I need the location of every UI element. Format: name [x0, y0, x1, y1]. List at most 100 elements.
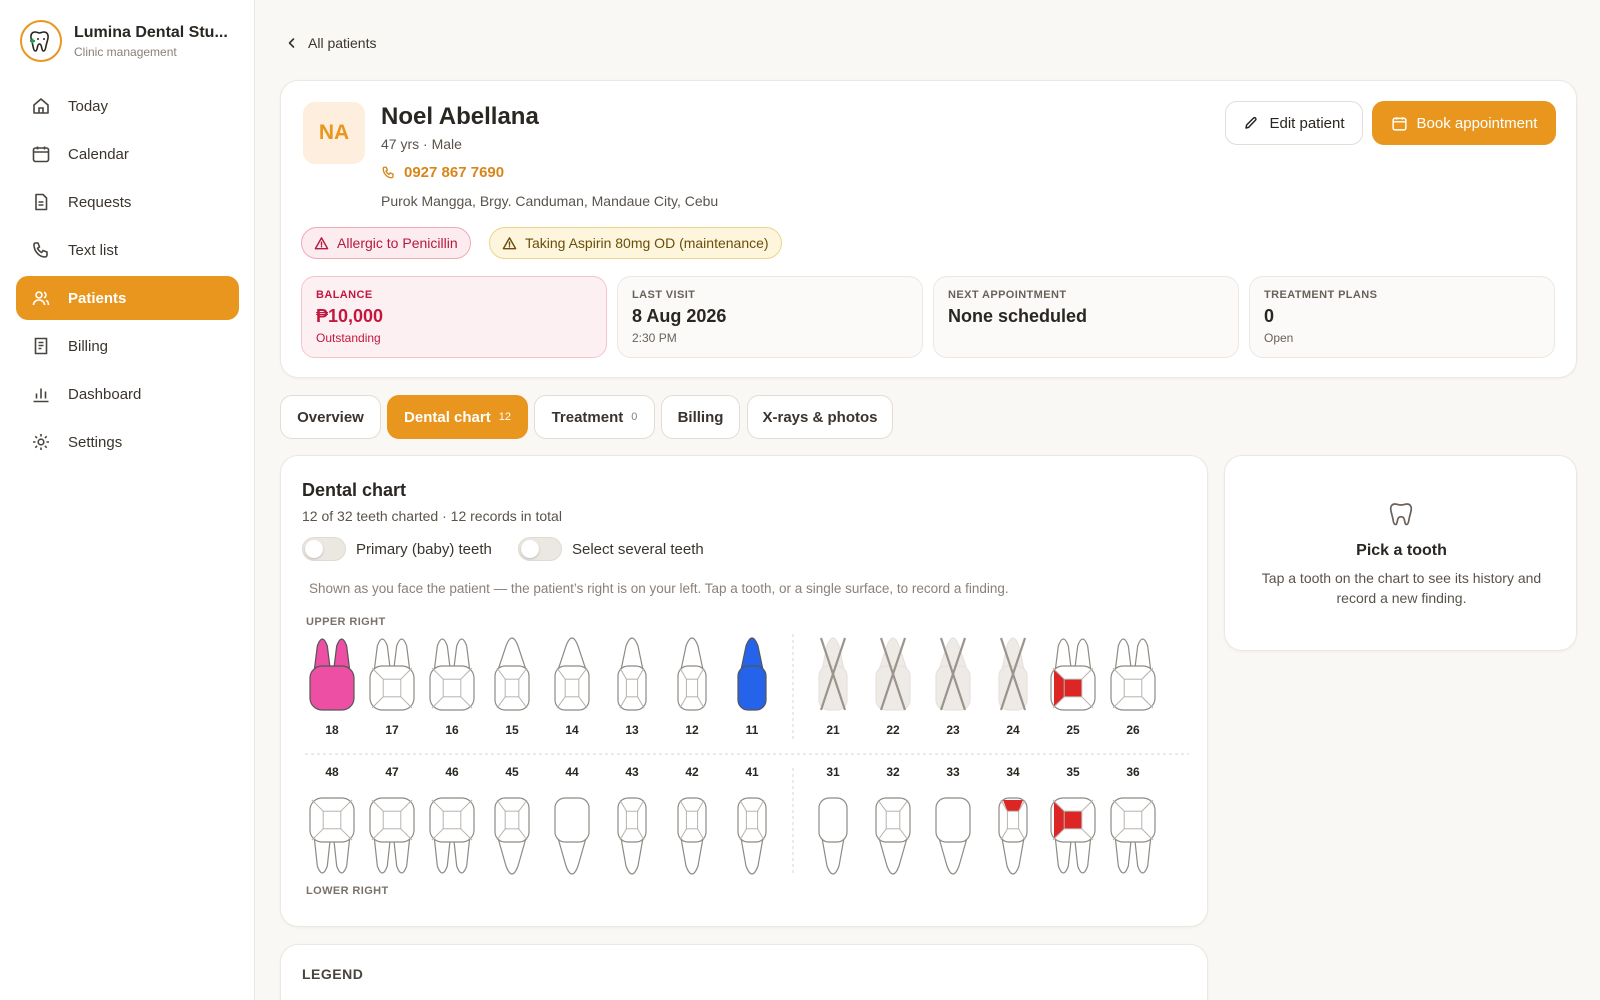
tooth-21[interactable]: 21: [818, 637, 848, 737]
treatment-plans-stat[interactable]: TREATMENT PLANS 0 Open: [1249, 276, 1555, 358]
pick-a-tooth-description: Tap a tooth on the chart to see its hist…: [1261, 570, 1542, 606]
tooth-44[interactable]: 44: [554, 765, 590, 875]
tooth-32[interactable]: 32: [875, 765, 911, 875]
back-link-label: All patients: [308, 35, 377, 51]
tooth-root: [1054, 837, 1072, 874]
stat-label: BALANCE: [316, 289, 373, 301]
select-several-teeth-toggle[interactable]: Select several teeth: [518, 537, 704, 561]
tooth-11[interactable]: 11: [737, 637, 767, 737]
brand[interactable]: Lumina Dental Stu... Clinic management: [20, 20, 228, 62]
tab-xrays-photos[interactable]: X-rays & photos: [747, 395, 893, 439]
tooth-22[interactable]: 22: [875, 637, 911, 737]
tooth-15[interactable]: 15: [494, 637, 530, 737]
warning-icon: [314, 236, 329, 249]
tooth-24[interactable]: 24: [998, 637, 1028, 737]
tooth-root: [620, 837, 644, 875]
tooth-33[interactable]: 33: [935, 765, 971, 875]
sidebar-item-label: Dashboard: [68, 385, 142, 403]
clinic-name: Lumina Dental Stu...: [74, 23, 228, 41]
tooth-34[interactable]: 34: [998, 765, 1028, 875]
sidebar-item-calendar[interactable]: Calendar: [16, 132, 239, 176]
tooth-root: [680, 637, 704, 671]
tooth-16[interactable]: 16: [429, 638, 475, 737]
tab-treatment[interactable]: Treatment 0: [534, 395, 655, 439]
tooth-root: [1114, 837, 1132, 874]
chevron-left-icon: [288, 38, 295, 48]
stat-label: TREATMENT PLANS: [1264, 289, 1378, 301]
tooth-12[interactable]: 12: [677, 637, 707, 737]
tooth-14[interactable]: 14: [554, 637, 590, 737]
pencil-icon: [1245, 116, 1258, 129]
warning-icon: [502, 236, 517, 249]
tooth-surface-finding[interactable]: [1064, 811, 1082, 829]
patient-name: Noel Abellana: [381, 103, 539, 130]
sidebar-item-today[interactable]: Today: [16, 84, 239, 128]
tooth-root: [497, 837, 527, 875]
calendar-icon: [30, 143, 52, 165]
tooth-13[interactable]: 13: [617, 637, 647, 737]
tooth-18[interactable]: 18: [309, 638, 355, 737]
sidebar: Lumina Dental Stu... Clinic management T…: [0, 0, 255, 1000]
sidebar-item-dashboard[interactable]: Dashboard: [16, 372, 239, 416]
sidebar-item-label: Today: [68, 97, 109, 115]
tooth-root: [740, 837, 764, 875]
patient-phone[interactable]: 0927 867 7690: [381, 164, 504, 181]
tooth-41[interactable]: 41: [737, 765, 767, 875]
toggle-switch[interactable]: [518, 537, 562, 561]
document-icon: [30, 191, 52, 213]
tab-billing[interactable]: Billing: [661, 395, 740, 439]
tooth-root: [433, 837, 451, 874]
tooth-root: [821, 837, 845, 875]
tooth-number: 45: [505, 765, 519, 779]
last-visit-stat[interactable]: LAST VISIT 8 Aug 2026 2:30 PM: [617, 276, 923, 358]
tooth-43[interactable]: 43: [617, 765, 647, 875]
tab-label: Dental chart: [404, 408, 491, 426]
tooth-26[interactable]: 26: [1110, 638, 1156, 737]
tooth-surface-finding[interactable]: [1064, 679, 1082, 697]
tooth-25[interactable]: 25: [1050, 638, 1096, 737]
primary-teeth-toggle[interactable]: Primary (baby) teeth: [302, 537, 492, 561]
tooth-number: 11: [746, 723, 759, 737]
stat-value: 8 Aug 2026: [632, 306, 727, 326]
sidebar-item-label: Requests: [68, 193, 132, 211]
toggle-switch[interactable]: [302, 537, 346, 561]
tooth-35[interactable]: 35: [1050, 765, 1096, 874]
tab-count-badge: 0: [631, 411, 638, 423]
tab-dental-chart[interactable]: Dental chart 12: [387, 395, 528, 439]
medication-alert-text: Taking Aspirin 80mg OD (maintenance): [525, 235, 769, 251]
tooth-46[interactable]: 46: [429, 765, 475, 874]
edit-patient-button[interactable]: Edit patient: [1225, 101, 1363, 145]
tooth-47[interactable]: 47: [369, 765, 415, 874]
tooth-number: 34: [1006, 765, 1020, 779]
tooth-root: [497, 637, 527, 671]
phone-icon: [30, 239, 52, 261]
sidebar-item-settings[interactable]: Settings: [16, 420, 239, 464]
tooth-number: 17: [385, 723, 399, 737]
tooth-number: 13: [625, 723, 639, 737]
back-to-patients-link[interactable]: All patients: [286, 35, 376, 51]
sidebar-item-billing[interactable]: Billing: [16, 324, 239, 368]
patient-header-card: NA Noel Abellana 47 yrs · Male 0927 867 …: [280, 80, 1577, 378]
tooth-31[interactable]: 31: [818, 765, 848, 875]
sidebar-item-text-list[interactable]: Text list: [16, 228, 239, 272]
tab-label: Treatment: [551, 408, 624, 426]
sidebar-item-requests[interactable]: Requests: [16, 180, 239, 224]
book-appointment-button[interactable]: Book appointment: [1372, 101, 1556, 145]
tooth-root: [938, 837, 968, 875]
balance-stat[interactable]: BALANCE ₱10,000 Outstanding: [301, 276, 607, 358]
tooth-45[interactable]: 45: [494, 765, 530, 875]
tooth-17[interactable]: 17: [369, 638, 415, 737]
sidebar-item-patients[interactable]: Patients: [16, 276, 239, 320]
tooth-number: 23: [946, 723, 960, 737]
tooth-48[interactable]: 48: [309, 765, 355, 874]
tooth-root: [557, 837, 587, 875]
tooth-36[interactable]: 36: [1110, 765, 1156, 874]
tooth-root: [333, 837, 351, 874]
tooth-42[interactable]: 42: [677, 765, 707, 875]
tooth-root: [1074, 837, 1092, 874]
tooth-23[interactable]: 23: [935, 637, 971, 737]
bar-chart-icon: [30, 383, 52, 405]
next-appointment-stat[interactable]: NEXT APPOINTMENT None scheduled: [933, 276, 1239, 358]
tab-overview[interactable]: Overview: [280, 395, 381, 439]
tooth-root: [1134, 638, 1152, 671]
